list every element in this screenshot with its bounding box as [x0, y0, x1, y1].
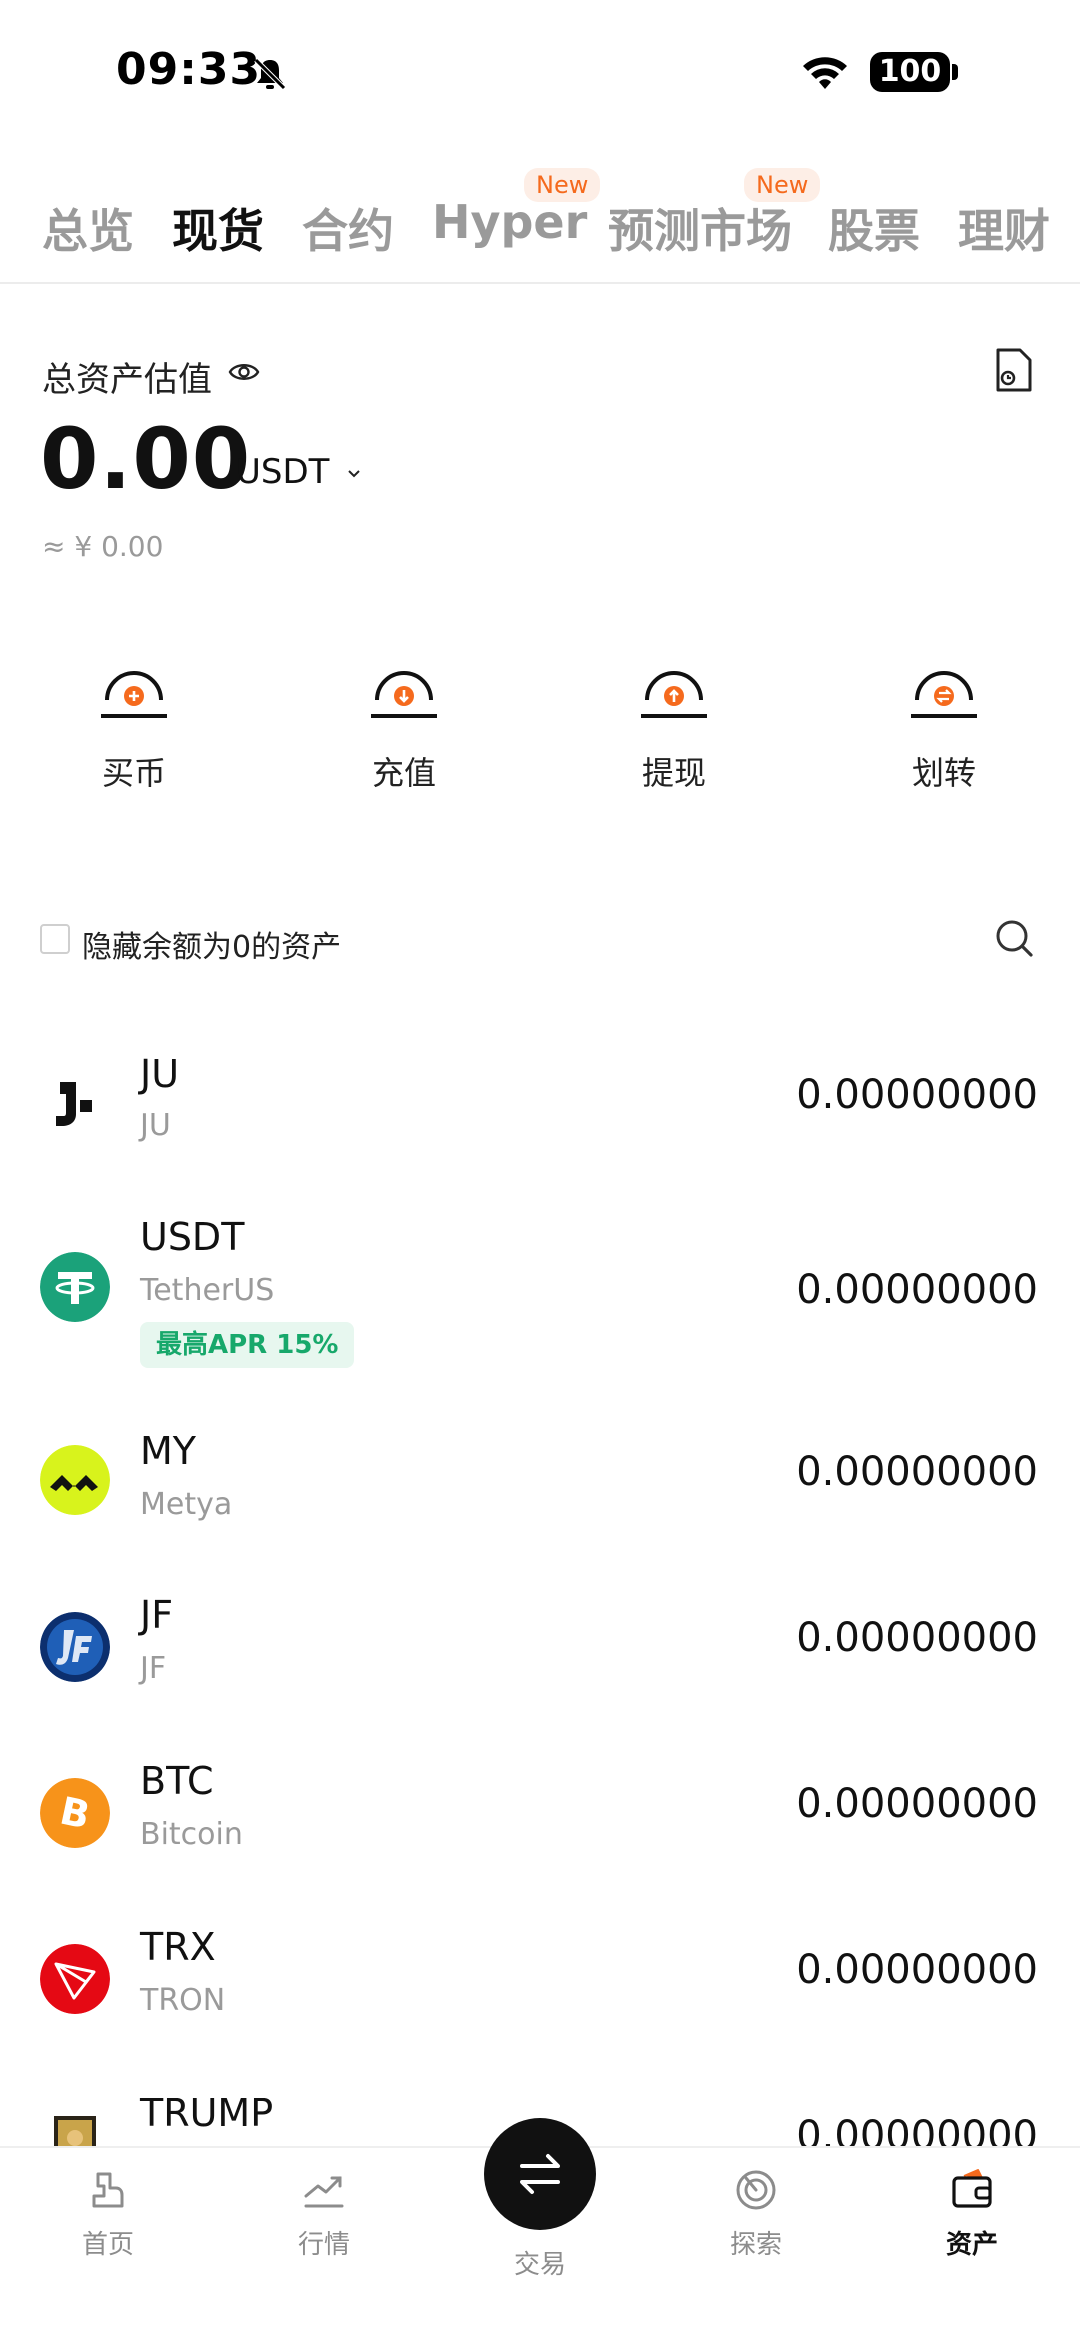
metya-logo-icon	[40, 1445, 110, 1515]
asset-balance: 0.00000000	[796, 1615, 1038, 1661]
action-label: 充值	[371, 754, 436, 792]
action-label: 提现	[641, 754, 706, 792]
asset-row-usdt[interactable]: USDT TetherUS 最高APR 15% 0.00000000	[0, 1210, 1080, 1380]
swap-arrows-icon	[520, 2154, 560, 2194]
asset-row-trx[interactable]: TRX TRON 0.00000000	[0, 1925, 1080, 2082]
asset-balance: 0.00000000	[796, 1781, 1038, 1827]
tab-overview[interactable]: 总览	[42, 195, 134, 261]
asset-row-jf[interactable]: JF JF 0.00000000	[0, 1593, 1080, 1750]
asset-balance: 0.00000000	[796, 1072, 1038, 1118]
asset-symbol: TRX	[140, 1925, 216, 1969]
transfer-button[interactable]: 划转	[874, 660, 1014, 792]
tab-hyper[interactable]: Hyper	[432, 195, 587, 249]
nav-trade-label: 交易	[513, 2250, 566, 2280]
asset-balance: 0.00000000	[796, 2113, 1038, 2146]
search-icon[interactable]	[994, 918, 1034, 958]
action-label: 买币	[101, 754, 166, 792]
asset-name: TRON	[140, 1983, 226, 2018]
status-bar: 09:33 100	[0, 0, 1080, 140]
bottom-navigation: 首页 行情 交易 探索 资产	[0, 2118, 1080, 2341]
deposit-icon	[371, 671, 437, 718]
top-tabs: 总览 现货 合约 Hyper New 预测市场 New 股票 理财	[0, 150, 1080, 284]
asset-name: Bitcoin	[140, 1817, 243, 1852]
nav-assets[interactable]: 资产	[912, 2166, 1032, 2261]
nav-market-label: 行情	[297, 2230, 350, 2260]
buy-icon	[101, 671, 167, 718]
tab-futures[interactable]: 合约	[302, 195, 394, 261]
total-assets-value: 0.00	[40, 410, 252, 508]
wifi-icon	[803, 57, 847, 89]
home-icon	[92, 2172, 124, 2208]
usdt-logo-icon	[40, 1252, 110, 1322]
total-assets-label: 总资产估值	[42, 360, 212, 400]
nav-home[interactable]: 首页	[48, 2166, 168, 2261]
nav-assets-label: 资产	[945, 2230, 998, 2260]
tab-spot[interactable]: 现货	[172, 195, 264, 261]
nav-explore[interactable]: 探索	[696, 2166, 816, 2261]
tab-stocks[interactable]: 股票	[828, 195, 920, 261]
trump-logo-icon	[54, 2116, 96, 2146]
hide-zero-checkbox[interactable]	[40, 924, 70, 954]
battery-tip	[952, 64, 958, 80]
asset-row-ju[interactable]: JU JU 0.00000000	[0, 1040, 1080, 1190]
asset-row-my[interactable]: MY Metya 0.00000000	[0, 1429, 1080, 1585]
new-badge: New	[744, 168, 821, 202]
asset-balance: 0.00000000	[796, 1947, 1038, 1993]
tab-finance[interactable]: 理财	[958, 195, 1050, 261]
tron-logo-icon	[40, 1944, 110, 2014]
apr-badge[interactable]: 最高APR 15%	[140, 1322, 355, 1368]
deposit-button[interactable]: 充值	[334, 660, 474, 792]
history-document-icon[interactable]	[992, 346, 1036, 394]
asset-balance: 0.00000000	[796, 1267, 1038, 1313]
nav-home-label: 首页	[81, 2230, 134, 2260]
asset-symbol: MY	[140, 1429, 196, 1473]
asset-symbol: TRUMP	[140, 2098, 274, 2135]
asset-symbol: JU	[140, 1052, 180, 1096]
asset-symbol: JF	[140, 1593, 174, 1637]
ju-logo-icon	[56, 1082, 92, 1126]
withdraw-icon	[641, 671, 707, 718]
transfer-icon	[911, 671, 977, 718]
asset-name: Metya	[140, 1487, 233, 1522]
eye-icon[interactable]	[228, 358, 260, 386]
nav-market[interactable]: 行情	[264, 2166, 384, 2261]
currency-unit-select[interactable]: USDT	[236, 452, 329, 492]
asset-symbol: BTC	[140, 1759, 214, 1803]
action-label: 划转	[911, 754, 976, 792]
explore-icon	[736, 2170, 776, 2210]
new-badge: New	[524, 168, 601, 202]
cny-equivalent: ≈ ¥ 0.00	[42, 530, 164, 563]
asset-balance: 0.00000000	[796, 1449, 1038, 1495]
chevron-down-icon[interactable]	[346, 466, 362, 482]
battery-indicator: 100	[870, 52, 950, 92]
jf-logo-icon	[40, 1612, 110, 1682]
tab-prediction-market[interactable]: 预测市场	[608, 195, 792, 261]
buy-crypto-button[interactable]: 买币	[64, 660, 204, 792]
bitcoin-logo-icon: B	[40, 1778, 110, 1848]
withdraw-button[interactable]: 提现	[604, 660, 744, 792]
wallet-icon	[952, 2169, 992, 2208]
nav-explore-label: 探索	[729, 2230, 782, 2260]
bell-muted-icon	[254, 58, 286, 90]
hide-zero-label: 隐藏余额为0的资产	[82, 930, 342, 965]
asset-name: TetherUS	[140, 1273, 275, 1308]
asset-symbol: USDT	[140, 1215, 245, 1259]
asset-name: JF	[140, 1651, 167, 1686]
status-time: 09:33	[116, 44, 262, 95]
trade-button[interactable]	[484, 2118, 596, 2230]
asset-name: JU	[140, 1108, 171, 1143]
market-chart-icon	[304, 2176, 344, 2208]
asset-row-btc[interactable]: B BTC Bitcoin 0.00000000	[0, 1759, 1080, 1916]
